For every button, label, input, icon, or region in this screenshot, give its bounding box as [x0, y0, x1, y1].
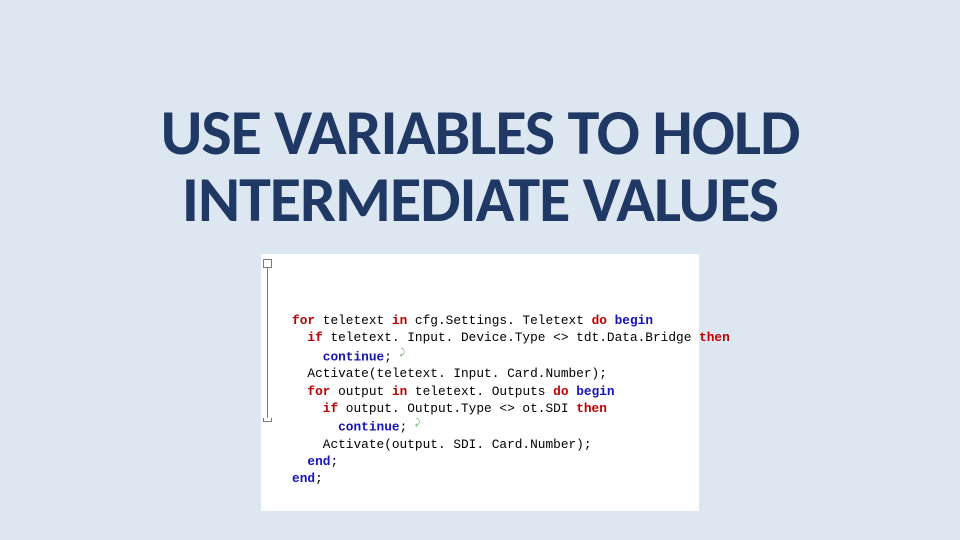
code-token: continue: [323, 349, 384, 364]
code-line: if output. Output.Type <> ot.SDI then: [269, 400, 691, 417]
code-snippet: for teletext in cfg.Settings. Teletext d…: [261, 254, 699, 510]
code-token: ⤸: [400, 348, 405, 358]
code-token: ;: [400, 419, 415, 434]
code-token: do: [592, 313, 607, 328]
code-token: [607, 313, 615, 328]
code-token: output: [330, 384, 391, 399]
code-token: Activate(teletext. Input. Card.Number);: [307, 366, 607, 381]
code-line: Activate(teletext. Input. Card.Number);: [269, 365, 691, 382]
code-token: continue: [338, 419, 399, 434]
code-token: if: [307, 330, 322, 345]
code-token: if: [323, 401, 338, 416]
code-line: Activate(output. SDI. Card.Number);: [269, 436, 691, 453]
code-token: ;: [330, 454, 338, 469]
code-line: end;: [269, 453, 691, 470]
code-token: ;: [315, 471, 323, 486]
code-token: begin: [615, 313, 653, 328]
code-token: then: [576, 401, 607, 416]
code-line: if teletext. Input. Device.Type <> tdt.D…: [269, 329, 691, 346]
code-token: begin: [576, 384, 614, 399]
code-token: Activate(output. SDI. Card.Number);: [323, 437, 592, 452]
code-token: teletext. Outputs: [407, 384, 553, 399]
code-token: cfg.Settings. Teletext: [407, 313, 591, 328]
code-token: for: [307, 384, 330, 399]
code-token: then: [699, 330, 730, 345]
code-line: continue; ⤸: [269, 347, 691, 366]
code-token: ;: [384, 349, 399, 364]
code-token: in: [392, 313, 407, 328]
code-token: ⤸: [415, 418, 420, 428]
code-token: end: [307, 454, 330, 469]
code-token: teletext: [315, 313, 392, 328]
code-line: end;: [269, 470, 691, 487]
code-token: do: [553, 384, 568, 399]
code-token: teletext. Input. Device.Type <> tdt.Data…: [323, 330, 699, 345]
code-token: output. Output.Type <> ot.SDI: [338, 401, 576, 416]
code-token: end: [292, 471, 315, 486]
code-line: for output in teletext. Outputs do begin: [269, 383, 691, 400]
code-line: for teletext in cfg.Settings. Teletext d…: [269, 312, 691, 329]
slide-title: USE VARIABLES TO HOLD INTERMEDIATE VALUE…: [161, 100, 800, 234]
code-token: for: [292, 313, 315, 328]
code-lines: for teletext in cfg.Settings. Teletext d…: [269, 312, 691, 487]
code-token: in: [392, 384, 407, 399]
code-line: continue; ⤸: [269, 417, 691, 436]
